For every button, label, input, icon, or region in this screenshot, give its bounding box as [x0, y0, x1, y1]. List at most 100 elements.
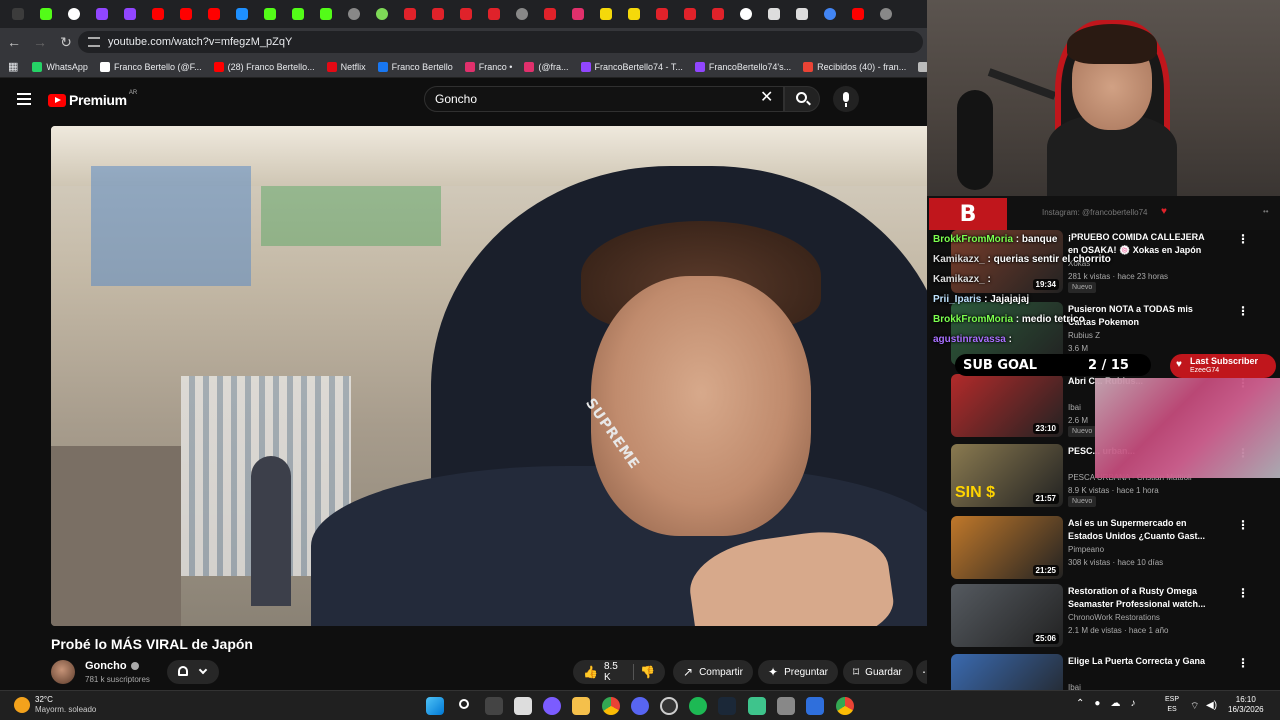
video-thumbnail[interactable]: 21:25 — [951, 516, 1063, 579]
bookmark-item[interactable]: Franco Bertello (@F... — [99, 61, 202, 72]
menu-icon[interactable] — [17, 93, 31, 105]
forward-arrow-icon[interactable]: → — [28, 30, 52, 54]
recommended-title[interactable]: Elige La Puerta Correcta y Gana — [1068, 655, 1208, 668]
volume-icon[interactable]: ◀) — [1206, 700, 1217, 711]
channel-name[interactable]: Goncho — [85, 660, 139, 672]
app-icon[interactable] — [806, 697, 824, 715]
channel-avatar[interactable] — [51, 660, 75, 684]
recommended-channel[interactable]: ChronoWork Restorations — [1068, 613, 1160, 622]
recommended-channel[interactable]: Ibai — [1068, 403, 1081, 412]
tab-favicon[interactable] — [200, 0, 228, 28]
bookmark-item[interactable]: Franco • — [464, 61, 512, 72]
tab-favicon[interactable] — [88, 0, 116, 28]
tab-favicon[interactable] — [396, 0, 424, 28]
reload-icon[interactable]: ↻ — [54, 30, 78, 54]
chevron-up-icon[interactable]: ⌃ — [1076, 698, 1084, 709]
bookmark-item[interactable]: (@fra... — [524, 61, 569, 72]
tab-favicon[interactable] — [760, 0, 788, 28]
obs-icon[interactable] — [660, 697, 678, 715]
bookmark-item[interactable]: WhatsApp — [32, 61, 88, 72]
language-indicator[interactable]: ESP ES — [1165, 695, 1179, 715]
clear-search-icon[interactable]: ✕ — [760, 90, 773, 106]
more-vertical-icon[interactable]: ⋮ — [1237, 586, 1249, 600]
youtube-logo[interactable]: Premium AR — [48, 90, 137, 108]
app-icon[interactable] — [748, 697, 766, 715]
tab-favicon[interactable] — [564, 0, 592, 28]
tab-favicon[interactable] — [340, 0, 368, 28]
tab-favicon[interactable] — [116, 0, 144, 28]
clock[interactable]: 16:10 16/3/2026 — [1228, 695, 1264, 715]
search-input[interactable]: Goncho — [424, 86, 784, 112]
recommended-channel[interactable]: Ibai — [1068, 683, 1081, 690]
share-button[interactable]: ↗ Compartir — [673, 660, 753, 684]
notification-bell-button[interactable] — [167, 660, 219, 684]
tab-favicon[interactable] — [844, 0, 872, 28]
recommended-title[interactable]: Así es un Supermercado en Estados Unidos… — [1068, 517, 1208, 543]
bookmark-item[interactable]: Recibidos (40) - fran... — [803, 61, 906, 72]
bookmark-item[interactable]: FrancoBertello74's... — [694, 61, 791, 72]
microphone-tray-icon[interactable]: ♪ — [1130, 698, 1135, 709]
tab-favicon[interactable] — [676, 0, 704, 28]
tab-favicon[interactable] — [284, 0, 312, 28]
discord-icon[interactable] — [631, 697, 649, 715]
tab-favicon[interactable] — [508, 0, 536, 28]
cloud-icon[interactable]: ☁ — [1110, 698, 1120, 709]
like-icon[interactable]: 👍 — [583, 665, 598, 679]
video-thumbnail[interactable]: SIN $ 21:57 — [951, 444, 1063, 507]
tab-favicon[interactable] — [816, 0, 844, 28]
more-vertical-icon[interactable]: ⋮ — [1237, 656, 1249, 670]
search-taskbar-icon[interactable] — [456, 697, 474, 715]
chrome-icon[interactable] — [602, 697, 620, 715]
search-button[interactable] — [784, 86, 820, 112]
address-bar[interactable]: youtube.com/watch?v=mfegzM_pZqY — [78, 31, 923, 53]
video-thumbnail[interactable] — [951, 654, 1063, 690]
video-thumbnail[interactable]: 25:06 — [951, 584, 1063, 647]
tab-favicon[interactable] — [256, 0, 284, 28]
task-view-icon[interactable] — [485, 697, 503, 715]
store-icon[interactable] — [514, 697, 532, 715]
ask-button[interactable]: ✦ Preguntar — [758, 660, 838, 684]
tab-favicon[interactable] — [368, 0, 396, 28]
app-icon[interactable] — [777, 697, 795, 715]
tab-favicon[interactable] — [592, 0, 620, 28]
app-icon[interactable] — [543, 697, 561, 715]
tab-favicon[interactable] — [452, 0, 480, 28]
dislike-icon[interactable]: 👍 — [640, 665, 655, 679]
bookmark-item[interactable]: Franco Bertello — [377, 61, 453, 72]
wifi-icon[interactable]: ⌔ — [1190, 700, 1199, 713]
tab-favicon[interactable] — [704, 0, 732, 28]
tab-favicon[interactable] — [872, 0, 900, 28]
bookmark-item[interactable]: FrancoBertello74 - T... — [580, 61, 683, 72]
site-settings-icon[interactable] — [88, 37, 100, 47]
recommended-video[interactable]: Elige La Puerta Correcta y GanaIbai3.7 M… — [951, 654, 1280, 690]
more-vertical-icon[interactable]: ⋮ — [1237, 304, 1249, 318]
bookmark-item[interactable]: Netflix — [326, 61, 366, 72]
recommended-video[interactable]: 25:06 Restoration of a Rusty Omega Seamas… — [951, 584, 1280, 650]
tab-favicon[interactable] — [620, 0, 648, 28]
voice-search-button[interactable] — [833, 86, 859, 112]
tab-favicon[interactable] — [144, 0, 172, 28]
tab-favicon[interactable] — [732, 0, 760, 28]
apps-grid-icon[interactable]: ▦ — [8, 60, 18, 73]
steam-icon[interactable] — [718, 697, 736, 715]
bookmark-item[interactable]: (28) Franco Bertello... — [213, 61, 315, 72]
start-button[interactable] — [426, 697, 444, 715]
tab-favicon[interactable] — [60, 0, 88, 28]
save-button[interactable]: ⌑ Guardar — [843, 660, 913, 684]
weather-widget[interactable]: 32°C Mayorm. soleado — [14, 695, 96, 715]
like-count[interactable]: 8.5 K — [604, 661, 619, 683]
recommended-channel[interactable]: Pimpeano — [1068, 545, 1104, 554]
video-player[interactable]: SUPREME — [51, 126, 939, 626]
spotify-icon[interactable] — [689, 697, 707, 715]
tab-favicon[interactable] — [788, 0, 816, 28]
back-arrow-icon[interactable]: ← — [2, 30, 26, 54]
recommended-title[interactable]: Restoration of a Rusty Omega Seamaster P… — [1068, 585, 1208, 611]
tab-favicon[interactable] — [536, 0, 564, 28]
tab-favicon[interactable] — [172, 0, 200, 28]
tab-favicon[interactable] — [480, 0, 508, 28]
chrome-icon[interactable] — [836, 697, 854, 715]
tab-favicon[interactable] — [228, 0, 256, 28]
tab-favicon[interactable] — [32, 0, 60, 28]
tab-search-button[interactable] — [4, 0, 32, 28]
file-explorer-icon[interactable] — [572, 697, 590, 715]
